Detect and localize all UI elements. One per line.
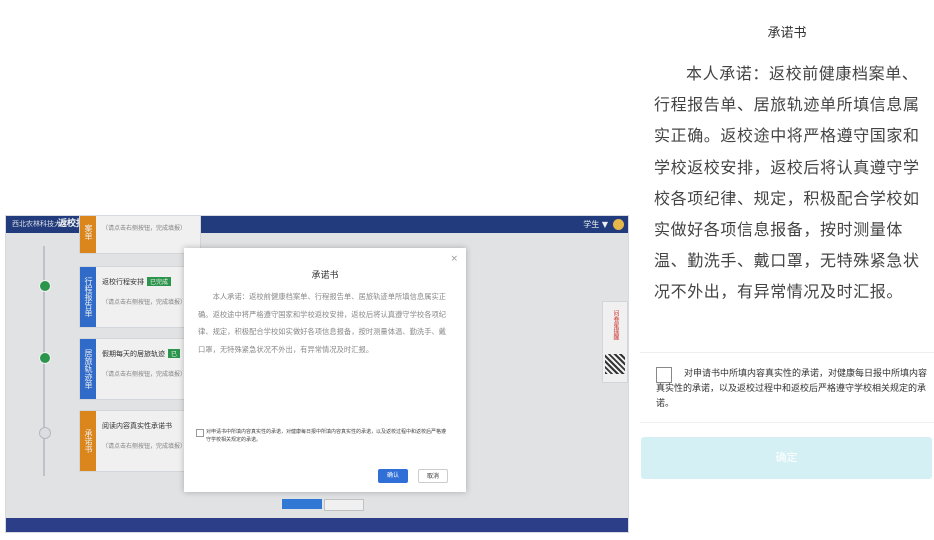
agree-label: 对申请书中所填内容真实性的承诺，对健康每日报中所填内容真实性的承诺，以及返校过程… [206, 429, 447, 443]
agree-checkbox[interactable] [196, 429, 204, 437]
modal-body-text: 本人承诺：返校前健康档案单、行程报告单、居旅轨迹单所填信息属实正确。返校途中将严… [198, 292, 447, 354]
commitment-modal: × 承诺书 本人承诺：返校前健康档案单、行程报告单、居旅轨迹单所填信息属实正确。… [184, 248, 466, 492]
page-title: 承诺书 [767, 26, 807, 41]
divider [640, 352, 934, 353]
confirm-button[interactable]: 确认 [378, 469, 408, 483]
confirm-button[interactable]: 确定 [641, 437, 932, 479]
cancel-button[interactable]: 取消 [418, 469, 448, 483]
agree-checkbox[interactable] [656, 367, 672, 383]
mobile-commitment-view: 承诺书 本人承诺：返校前健康档案单、行程报告单、居旅轨迹单所填信息属实正确。返校… [640, 0, 934, 540]
divider [640, 422, 934, 423]
modal-title: 承诺书 [311, 271, 339, 281]
agree-label: 对申请书中所填内容真实性的承诺，对健康每日报中所填内容真实性的承诺，以及返校过程… [656, 369, 928, 409]
commitment-text: 本人承诺：返校前健康档案单、行程报告单、居旅轨迹单所填信息属实正确。返校途中将严… [654, 64, 920, 302]
desktop-screenshot: 西北农林科技大学 返校报备管理 学生 ▼ 案单 （请点击右侧按钮，完成填报） 行… [5, 215, 629, 533]
close-icon[interactable]: × [450, 254, 458, 264]
